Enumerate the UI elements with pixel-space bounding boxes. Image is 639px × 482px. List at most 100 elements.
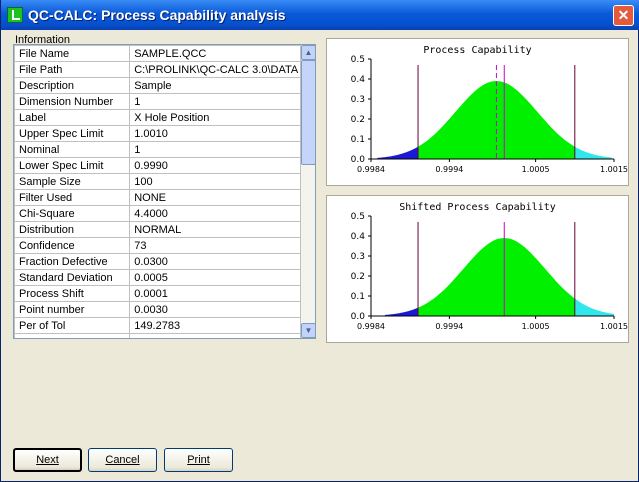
row-value: C:\PROLINK\QC-CALC 3.0\DATA <box>129 61 301 78</box>
process-capability-plot: 0.0 0.1 0.2 0.3 0.4 0.5 0.9984 0.9994 1.0005 1.00… <box>351 55 628 174</box>
table-row[interactable]: Confidence 73 <box>14 237 301 254</box>
scroll-down-icon[interactable]: ▼ <box>301 323 315 338</box>
shifted-process-capability-plot: 0.0 0.1 0.2 0.3 0.4 0.5 0.9984 0.9994 1.0005 1.00… <box>351 212 628 331</box>
x-tick-label: 0.9984 <box>357 322 385 331</box>
table-row[interactable]: Point number 0.0030 <box>14 301 301 318</box>
row-label <box>14 333 131 338</box>
shifted-process-capability-chart: Shifted Process Capability 0.0 0.1 0.2 0.3 0… <box>326 195 629 343</box>
table-row[interactable]: Distribution NORMAL <box>14 221 301 238</box>
row-value: 1.0010 <box>129 125 301 142</box>
row-value: 0.9990 <box>129 157 301 174</box>
table-row[interactable]: Dimension Number 1 <box>14 93 301 110</box>
x-tick-label: 0.9984 <box>357 165 385 174</box>
table-row[interactable]: Upper Spec Limit 1.0010 <box>14 125 301 142</box>
row-label: Confidence <box>14 237 131 254</box>
row-label: Sample Size <box>14 173 131 190</box>
y-tick-label: 0.2 <box>351 115 365 125</box>
next-button[interactable]: Next <box>13 448 82 472</box>
row-label: File Path <box>14 61 131 78</box>
x-tick-label: 1.0015 <box>600 165 628 174</box>
x-tick-label: 1.0015 <box>600 322 628 331</box>
row-label: Standard Deviation <box>14 269 131 286</box>
row-label: Dimension Number <box>14 93 131 110</box>
table-row[interactable]: Filter Used NONE <box>14 189 301 206</box>
x-tick-label: 0.9994 <box>435 165 463 174</box>
app-icon <box>7 7 23 23</box>
y-tick-label: 0.1 <box>351 292 365 302</box>
right-tail-area <box>574 146 612 159</box>
print-button[interactable]: Print <box>164 448 233 472</box>
row-value: 1 <box>129 93 301 110</box>
row-label: Fraction Defective <box>14 253 131 270</box>
process-capability-chart: Process Capability 0.0 0.1 0.2 0.3 0.4 0.5 0.9… <box>326 38 629 186</box>
row-label: Description <box>14 77 131 94</box>
row-value: NORMAL <box>129 221 301 238</box>
row-value: 0.0030 <box>129 301 301 318</box>
row-label: Upper Spec Limit <box>14 125 131 142</box>
y-tick-label: 0.1 <box>351 135 365 145</box>
row-label: Lower Spec Limit <box>14 157 131 174</box>
row-label: Label <box>14 109 131 126</box>
information-grid[interactable]: File Name SAMPLE.QCC File Path C:\PROLINK\Q… <box>13 44 316 339</box>
scroll-thumb[interactable] <box>301 60 315 165</box>
row-value: 0.0001 <box>129 285 301 302</box>
row-label: Chi-Square <box>14 205 131 222</box>
info-table: File Name SAMPLE.QCC File Path C:\PROLINK\Q… <box>14 45 301 338</box>
table-row[interactable]: Chi-Square 4.4000 <box>14 205 301 222</box>
row-value: Sample <box>129 77 301 94</box>
table-row[interactable]: File Path C:\PROLINK\QC-CALC 3.0\DATA <box>14 61 301 78</box>
table-row[interactable]: Fraction Defective 0.0300 <box>14 253 301 270</box>
row-value: 73 <box>129 237 301 254</box>
cancel-button[interactable]: Cancel <box>88 448 157 472</box>
table-row[interactable]: Per of Tol 149.2783 <box>14 317 301 334</box>
row-label: Nominal <box>14 141 131 158</box>
y-tick-label: 0.3 <box>351 95 365 105</box>
close-button[interactable]: ✕ <box>613 5 634 26</box>
row-label: Per of Tol <box>14 317 131 334</box>
scroll-up-icon[interactable]: ▲ <box>301 45 315 60</box>
x-tick-label: 1.0005 <box>522 165 550 174</box>
right-tail-area <box>574 298 614 316</box>
row-value: 4.4000 <box>129 205 301 222</box>
dialog-window: QC-CALC: Process Capability analysis ✕ I… <box>0 0 639 482</box>
table-row[interactable]: Description Sample <box>14 77 301 94</box>
y-tick-label: 0.3 <box>351 252 365 262</box>
row-label: Filter Used <box>14 189 131 206</box>
table-row[interactable]: Lower Spec Limit 0.9990 <box>14 157 301 174</box>
y-tick-label: 0.4 <box>351 232 366 242</box>
row-value: 100 <box>129 173 301 190</box>
row-label: Point number <box>14 301 131 318</box>
y-tick-label: 0.4 <box>351 75 366 85</box>
table-row[interactable] <box>14 333 301 338</box>
table-row[interactable]: Sample Size 100 <box>14 173 301 190</box>
left-tail-area <box>377 146 418 159</box>
x-tick-label: 0.9994 <box>435 322 463 331</box>
y-tick-label: 0.5 <box>351 212 365 222</box>
row-value: NONE <box>129 189 301 206</box>
title-bar[interactable]: QC-CALC: Process Capability analysis ✕ <box>1 0 639 30</box>
vertical-scrollbar[interactable]: ▲ ▼ <box>301 45 315 338</box>
row-value: 0.0300 <box>129 253 301 270</box>
row-value: SAMPLE.QCC <box>129 45 301 62</box>
y-tick-label: 0.0 <box>351 155 366 165</box>
table-row[interactable]: File Name SAMPLE.QCC <box>14 45 301 62</box>
left-tail-area <box>385 307 418 316</box>
row-value <box>129 333 301 338</box>
row-label: Distribution <box>14 221 131 238</box>
y-tick-label: 0.2 <box>351 272 365 282</box>
table-row[interactable]: Nominal 1 <box>14 141 301 158</box>
row-value: 1 <box>129 141 301 158</box>
x-tick-label: 1.0005 <box>522 322 550 331</box>
y-tick-label: 0.5 <box>351 55 365 65</box>
in-spec-area <box>418 238 575 316</box>
y-tick-label: 0.0 <box>351 312 366 322</box>
table-row[interactable]: Label X Hole Position <box>14 109 301 126</box>
row-value: X Hole Position <box>129 109 301 126</box>
row-value: 0.0005 <box>129 269 301 286</box>
table-row[interactable]: Process Shift 0.0001 <box>14 285 301 302</box>
table-row[interactable]: Standard Deviation 0.0005 <box>14 269 301 286</box>
row-label: File Name <box>14 45 131 62</box>
window-title: QC-CALC: Process Capability analysis <box>28 7 286 23</box>
row-value: 149.2783 <box>129 317 301 334</box>
row-label: Process Shift <box>14 285 131 302</box>
